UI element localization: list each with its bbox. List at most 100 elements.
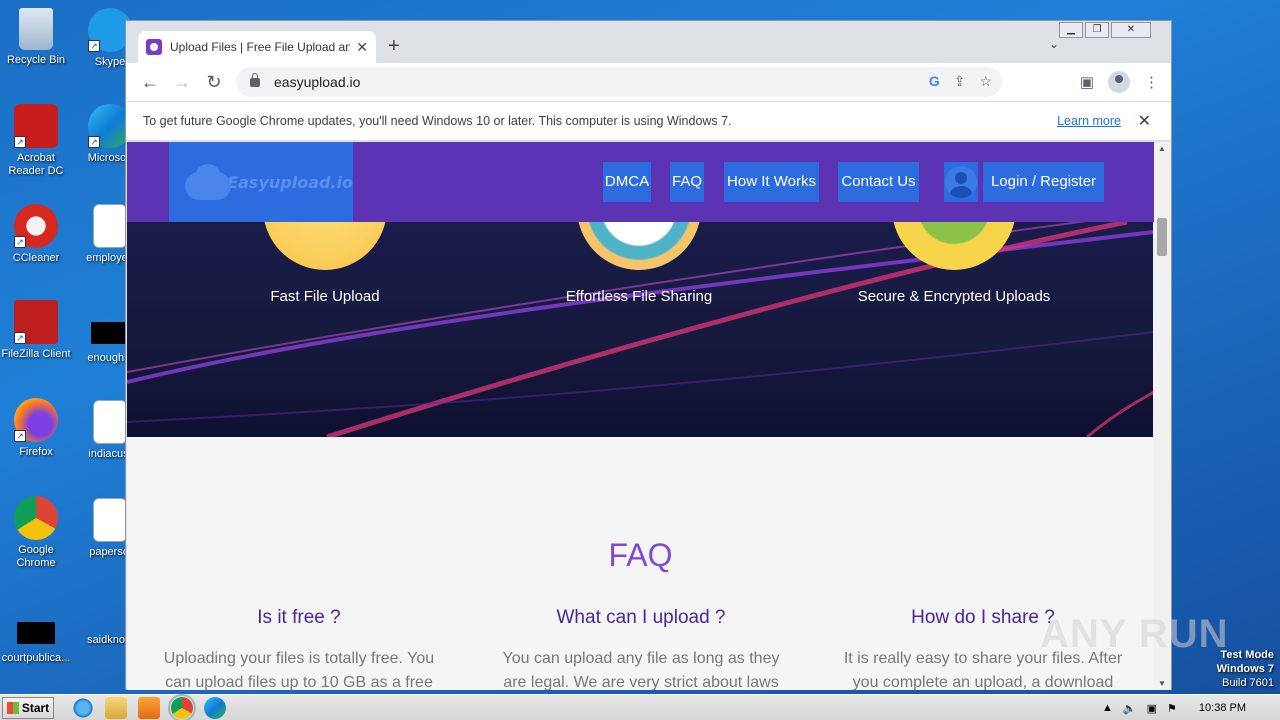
desktop-icon-label: Acrobat Reader DC bbox=[8, 152, 64, 177]
feature-secure-uploads: Secure & Encrypted Uploads bbox=[804, 222, 1104, 305]
action-center-flag-icon[interactable]: ⚑ bbox=[1167, 702, 1177, 715]
minimize-button[interactable]: ▁ bbox=[1059, 22, 1083, 38]
network-icon[interactable]: ▣ bbox=[1147, 702, 1157, 715]
nav-login-register[interactable]: Login / Register bbox=[983, 162, 1104, 202]
scrollbar-thumb[interactable] bbox=[1157, 218, 1167, 256]
reload-button[interactable]: ↻ bbox=[198, 72, 230, 93]
windows-logo-icon bbox=[6, 701, 19, 714]
site-header: Easyupload.io DMCA FAQ How It Works Cont… bbox=[127, 142, 1154, 222]
learn-more-link[interactable]: Learn more bbox=[1057, 114, 1121, 128]
filezilla-icon: ↗ bbox=[14, 300, 58, 344]
feature-label: Effortless File Sharing bbox=[565, 288, 713, 305]
feature-label: Secure & Encrypted Uploads bbox=[857, 288, 1051, 305]
faq-item: Is it free ? Uploading your files is tot… bbox=[149, 607, 449, 690]
feature-file-sharing: Effortless File Sharing bbox=[489, 222, 789, 305]
tab-search-button[interactable]: ⌄ bbox=[1049, 37, 1059, 51]
nav-dmca[interactable]: DMCA bbox=[603, 162, 651, 202]
desktop-icon-ccleaner[interactable]: ↗ CCleaner bbox=[0, 204, 72, 265]
clock-icon bbox=[577, 222, 701, 270]
site-logo[interactable]: Easyupload.io bbox=[169, 142, 353, 222]
desktop-icon-label: Recycle Bin bbox=[6, 54, 66, 66]
browser-window: ▁ ❐ ✕ Upload Files | Free File Upload an… bbox=[125, 20, 1172, 690]
faq-question: Is it free ? bbox=[257, 607, 341, 628]
window-controls: ▁ ❐ ✕ bbox=[1059, 22, 1151, 38]
scroll-up-icon[interactable]: ▲ bbox=[1158, 144, 1166, 153]
infobar-message: To get future Google Chrome updates, you… bbox=[143, 114, 732, 128]
google-lens-icon[interactable]: G bbox=[929, 73, 940, 90]
tray-expand-icon[interactable]: ▲ bbox=[1102, 702, 1113, 714]
upload-folders-icon bbox=[263, 222, 387, 270]
scroll-down-icon[interactable]: ▼ bbox=[1158, 679, 1166, 688]
word-document-icon bbox=[93, 498, 127, 542]
system-tray: ▲ 🔈 ▣ ⚑ 10:38 PM bbox=[1102, 695, 1280, 720]
browser-toolbar: ← → ↻ easyupload.io G ⇪ ☆ ▣ ⋮ bbox=[126, 63, 1171, 101]
test-mode-line: Windows 7 bbox=[1216, 663, 1274, 675]
desktop-icon-label: FileZilla Client bbox=[1, 348, 71, 360]
internet-explorer-icon[interactable] bbox=[72, 696, 94, 719]
chrome-taskbar-icon[interactable] bbox=[168, 693, 196, 720]
url-text: easyupload.io bbox=[274, 74, 361, 90]
bookmark-star-icon[interactable]: ☆ bbox=[979, 73, 992, 90]
tab-title: Upload Files | Free File Upload and T bbox=[170, 40, 351, 54]
address-bar[interactable]: easyupload.io G ⇪ ☆ bbox=[236, 67, 1002, 97]
feature-fast-upload: Fast File Upload bbox=[175, 222, 475, 305]
new-tab-button[interactable]: + bbox=[388, 35, 400, 58]
edge-taskbar-icon[interactable] bbox=[204, 696, 226, 719]
file-explorer-icon[interactable] bbox=[105, 696, 127, 719]
faq-heading: FAQ bbox=[608, 537, 673, 573]
desktop-icon-label: Firefox bbox=[19, 446, 53, 458]
clock[interactable]: 10:38 PM bbox=[1199, 702, 1246, 714]
test-mode-line: Test Mode bbox=[1220, 649, 1274, 661]
volume-icon[interactable]: 🔈 bbox=[1123, 702, 1137, 715]
desktop-icon-label: courtpublica... bbox=[1, 652, 71, 664]
user-avatar-icon bbox=[945, 166, 977, 198]
easyupload-favicon-icon bbox=[146, 39, 162, 55]
forward-button[interactable]: → bbox=[166, 72, 198, 93]
desktop-icon-chrome[interactable]: Google Chrome bbox=[0, 496, 72, 570]
ccleaner-icon: ↗ bbox=[14, 204, 58, 248]
faq-item: What can I upload ? You can upload any f… bbox=[491, 607, 791, 690]
nav-faq[interactable]: FAQ bbox=[670, 162, 704, 202]
anyrun-watermark: ANY RUN bbox=[1040, 612, 1229, 656]
page-viewport: Easyupload.io DMCA FAQ How It Works Cont… bbox=[127, 142, 1154, 690]
file-thumbnail-icon bbox=[91, 322, 129, 344]
desktop-icon-label: CCleaner bbox=[12, 252, 60, 264]
page-scrollbar[interactable]: ▲ ▼ bbox=[1153, 142, 1171, 690]
media-player-icon[interactable] bbox=[138, 696, 160, 719]
test-mode-notice: Test Mode Windows 7 Build 7601 bbox=[1217, 648, 1274, 690]
taskbar: Start ▲ 🔈 ▣ ⚑ 10:38 PM bbox=[0, 693, 1280, 720]
kebab-menu-icon[interactable]: ⋮ bbox=[1144, 73, 1159, 91]
close-window-button[interactable]: ✕ bbox=[1111, 22, 1151, 38]
back-button[interactable]: ← bbox=[134, 72, 166, 93]
logo-text: Easyupload.io bbox=[227, 172, 353, 192]
faq-question: What can I upload ? bbox=[556, 607, 726, 628]
file-thumbnail-icon bbox=[17, 622, 55, 644]
word-document-icon bbox=[93, 204, 127, 248]
tab-easyupload[interactable]: Upload Files | Free File Upload and T ✕ bbox=[138, 31, 376, 63]
side-panel-icon[interactable]: ▣ bbox=[1080, 73, 1094, 91]
faq-answer: Uploading your files is totally free. Yo… bbox=[163, 650, 435, 690]
recycle-bin-icon bbox=[19, 8, 53, 50]
nav-how-it-works[interactable]: How It Works bbox=[724, 162, 819, 202]
desktop-icon-filezilla[interactable]: ↗ FileZilla Client bbox=[0, 300, 72, 361]
features-hero: Fast File Upload Effortless File Sharing… bbox=[127, 222, 1154, 437]
profile-avatar-icon[interactable] bbox=[1108, 71, 1130, 93]
desktop-icon-acrobat[interactable]: ↗ Acrobat Reader DC bbox=[0, 104, 72, 178]
feature-label: Fast File Upload bbox=[270, 288, 380, 305]
start-button[interactable]: Start bbox=[2, 696, 54, 719]
infobar-close-icon[interactable]: ✕ bbox=[1138, 111, 1151, 131]
update-infobar: To get future Google Chrome updates, you… bbox=[126, 101, 1171, 141]
start-label: Start bbox=[21, 700, 50, 715]
cloud-logo-icon bbox=[177, 162, 232, 202]
nav-contact-us[interactable]: Contact Us bbox=[838, 162, 919, 202]
firefox-icon: ↗ bbox=[14, 398, 58, 442]
word-document-icon bbox=[93, 400, 127, 444]
desktop-icon-courtpublica[interactable]: courtpublica... bbox=[0, 612, 72, 665]
desktop-icon-firefox[interactable]: ↗ Firefox bbox=[0, 398, 72, 459]
nav-user-avatar[interactable] bbox=[944, 162, 978, 202]
test-mode-line: Build 7601 bbox=[1222, 677, 1274, 689]
tab-close-icon[interactable]: ✕ bbox=[356, 39, 368, 56]
share-icon[interactable]: ⇪ bbox=[954, 73, 966, 90]
desktop-icon-recycle-bin[interactable]: Recycle Bin bbox=[0, 8, 72, 67]
maximize-button[interactable]: ❐ bbox=[1085, 22, 1109, 38]
